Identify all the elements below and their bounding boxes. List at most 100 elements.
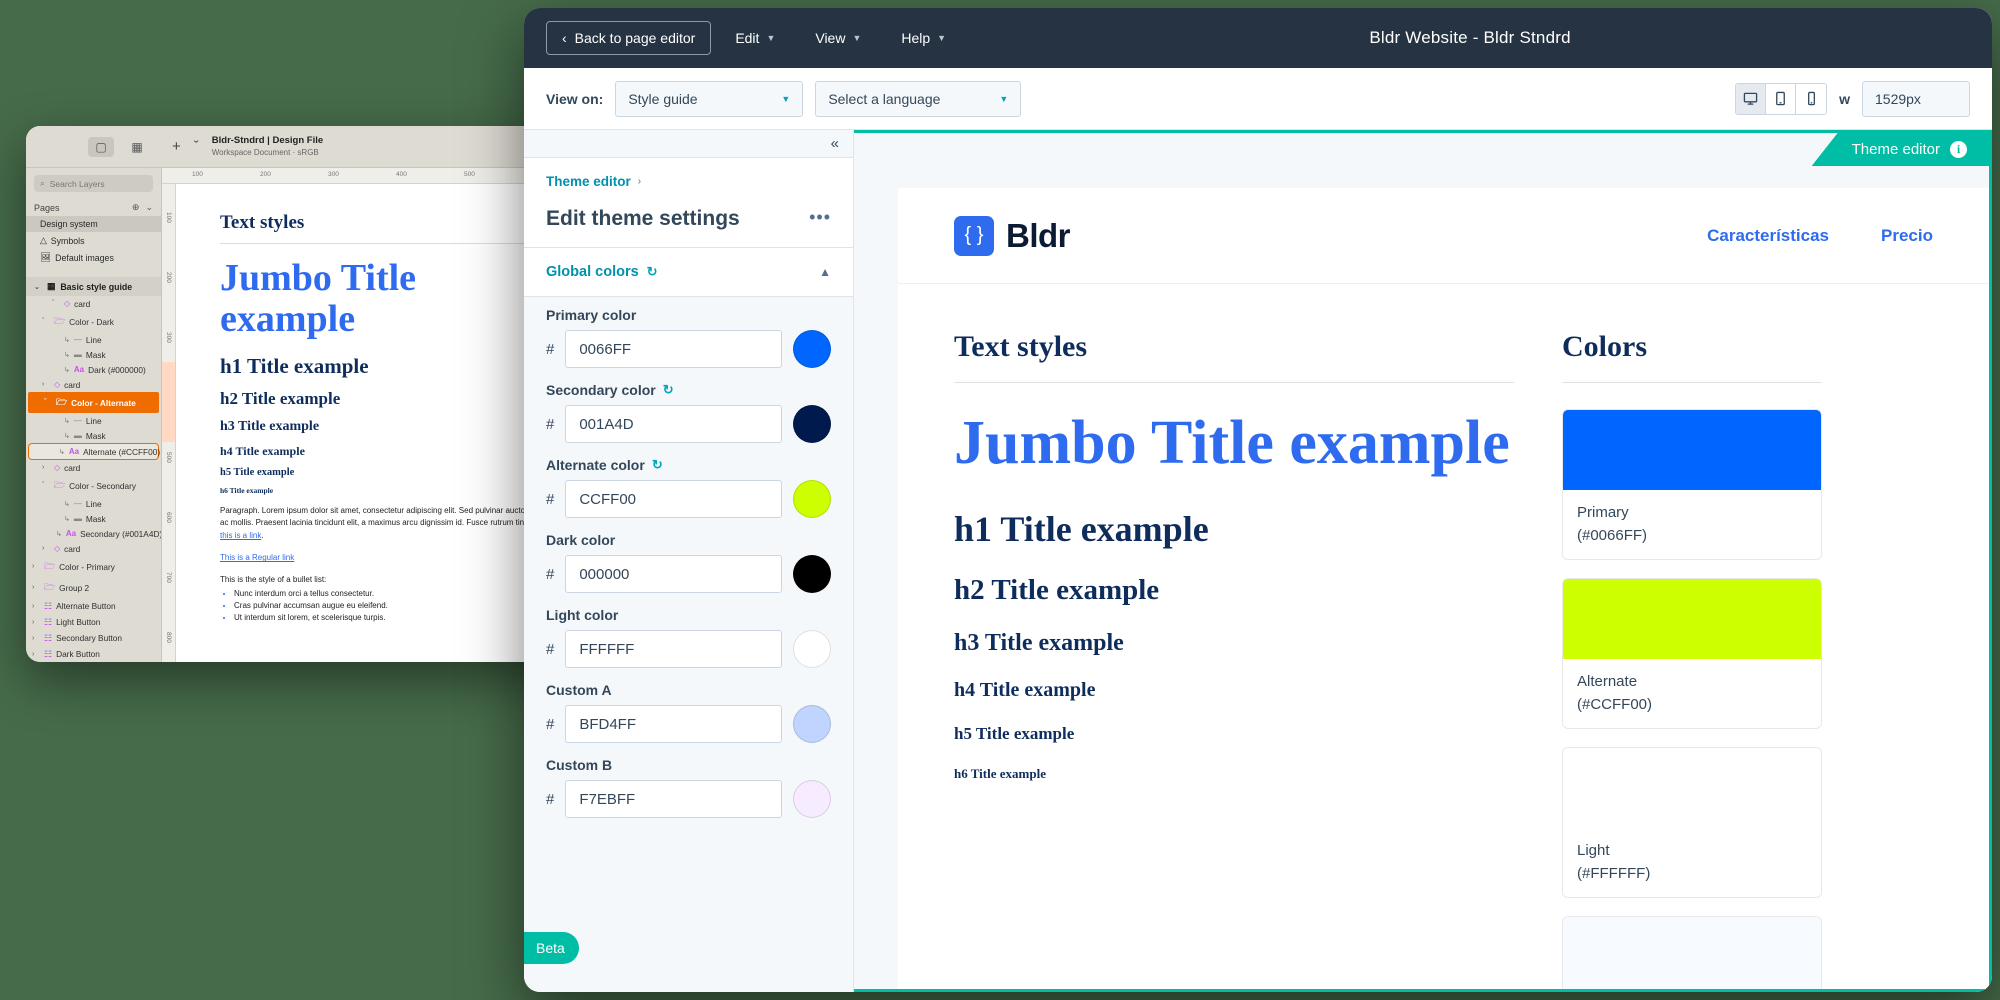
layer-chevron-icon[interactable]: › (32, 651, 40, 658)
hex-input[interactable]: CCFF00 (565, 480, 782, 518)
layer-chevron-icon[interactable]: › (32, 563, 40, 570)
layer-chevron-icon[interactable]: ˇ (42, 318, 50, 325)
layer-row[interactable]: ↳ — Line (26, 413, 161, 428)
grid-view-icon[interactable]: ▦ (124, 137, 150, 157)
layer-row[interactable]: ˇ 🗁 Color - Alternate (28, 392, 159, 413)
layer-chevron-icon[interactable]: › (42, 464, 50, 471)
color-field-custom-a: Custom A # BFD4FF (546, 682, 831, 743)
cms-subbar: View on: Style guide ▼ Select a language… (524, 68, 1992, 130)
menu-edit[interactable]: Edit ▼ (719, 21, 791, 55)
layer-tree-root[interactable]: ⌄ ▦ Basic style guide (26, 277, 161, 296)
breadcrumb[interactable]: Theme editor › (524, 158, 853, 189)
global-colors-section-header[interactable]: Global colors ↻ ▲ (524, 247, 853, 297)
add-page-icon[interactable]: ⊕ (132, 202, 140, 213)
layer-type-icon: 🗁 (54, 479, 66, 490)
layer-row[interactable]: ˇ 🗁 Color - Dark (26, 311, 161, 332)
color-swatch-preview[interactable] (793, 705, 831, 743)
layer-row[interactable]: › ◇ card (26, 377, 161, 392)
view-on-select[interactable]: Style guide ▼ (615, 80, 804, 117)
sync-icon[interactable]: ↻ (647, 264, 658, 280)
artboard-bullet-list: Nunc interdum orci a tellus consectetur.… (220, 588, 550, 624)
layer-chevron-icon[interactable]: › (42, 545, 50, 552)
layer-chevron-icon[interactable]: › (32, 619, 40, 626)
search-layers-input[interactable]: ⌕ Search Layers (34, 175, 153, 192)
layer-chevron-icon[interactable]: ˇ (42, 482, 50, 489)
chevron-down-icon[interactable]: ⌄ (145, 202, 153, 213)
canvas-view-icon[interactable]: ▢ (88, 136, 114, 157)
layer-row[interactable]: ↳ — Line (26, 332, 161, 347)
hex-input[interactable]: 0066FF (565, 330, 782, 368)
pages-header: Pages ⊕ ⌄ (26, 199, 161, 216)
layer-chevron-icon[interactable]: ˇ (52, 300, 60, 307)
paragraph-inline-link[interactable]: this is a link (220, 531, 261, 540)
layer-row[interactable]: ˇ 🗁 Color - Secondary (26, 475, 161, 496)
artboard-text-styles-heading: Text styles (220, 212, 305, 233)
layer-row[interactable]: › 🗁 Color - Primary (26, 556, 161, 577)
layer-row[interactable]: › 🗁 Group 2 (26, 577, 161, 598)
artboard-regular-link[interactable]: This is a Regular link (220, 553, 294, 562)
layer-chevron-icon[interactable]: ˇ (44, 399, 52, 406)
sync-icon[interactable]: ↻ (652, 457, 663, 473)
layer-chevron-icon[interactable]: › (32, 635, 40, 642)
chevron-down-icon[interactable]: ˇ (194, 138, 200, 155)
layer-row[interactable]: ↳ Aa Alternate (#CCFF00) (28, 443, 160, 460)
view-on-value: Style guide (628, 90, 698, 107)
layer-row[interactable]: › ◇ card (26, 541, 161, 556)
more-options-icon[interactable]: ••• (809, 207, 831, 226)
hex-input[interactable]: BFD4FF (565, 705, 782, 743)
image-icon: 🖼 (40, 252, 52, 262)
artboard-h2: h2 Title example (220, 389, 341, 409)
layer-row[interactable]: ˇ ◇ card (26, 296, 161, 311)
back-to-page-editor-button[interactable]: ‹ Back to page editor (546, 21, 712, 55)
hex-input[interactable]: F7EBFF (565, 780, 782, 818)
page-item-design-system[interactable]: Design system (26, 216, 161, 232)
layer-row[interactable]: › ☷ Alternate Button (26, 598, 161, 614)
artboard-h3: h3 Title example (220, 419, 320, 435)
layer-row[interactable]: ↳ ▬ Mask (26, 347, 161, 362)
artboard-icon: ▦ (47, 281, 56, 291)
hex-input[interactable]: 000000 (565, 555, 782, 593)
page-item-symbols[interactable]: △ Symbols (26, 232, 161, 249)
layer-chevron-icon[interactable]: › (42, 381, 50, 388)
color-swatch-preview[interactable] (793, 480, 831, 518)
hex-input[interactable]: FFFFFF (565, 630, 782, 668)
sync-icon[interactable]: ↻ (663, 382, 674, 398)
color-swatch-preview[interactable] (793, 330, 831, 368)
nested-arrow-icon: ↳ (64, 351, 70, 359)
page-item-default-images[interactable]: 🖼 Default images (26, 249, 161, 266)
layer-row[interactable]: ↳ ▬ Mask (26, 428, 161, 443)
color-swatch-preview[interactable] (793, 405, 831, 443)
mobile-icon[interactable] (1796, 83, 1827, 114)
layer-label: Secondary Button (56, 633, 123, 643)
layer-row[interactable]: ↳ — Line (26, 496, 161, 511)
menu-help[interactable]: Help ▼ (885, 21, 962, 55)
info-icon[interactable]: i (1950, 141, 1967, 158)
nav-link-caracteristicas[interactable]: Características (1707, 226, 1829, 246)
layer-row[interactable]: › ☷ Dark Button (26, 646, 161, 662)
artboard-h4: h4 Title example (220, 444, 305, 459)
layer-chevron-icon[interactable]: › (32, 603, 40, 610)
layer-row[interactable]: ↳ ▬ Mask (26, 511, 161, 526)
width-input[interactable]: 1529px (1862, 80, 1970, 117)
layer-chevron-icon[interactable]: › (32, 584, 40, 591)
collapse-panel-button[interactable]: « (524, 130, 853, 158)
layer-row[interactable]: › ☷ Secondary Button (26, 630, 161, 646)
menu-view[interactable]: View ▼ (799, 21, 877, 55)
color-swatch-preview[interactable] (793, 555, 831, 593)
hex-input[interactable]: 001A4D (565, 405, 782, 443)
add-icon[interactable]: + (172, 138, 182, 155)
layer-row[interactable]: › ◇ card (26, 460, 161, 475)
nav-link-precio[interactable]: Precio (1881, 226, 1933, 246)
layer-label: Mask (85, 349, 106, 360)
layer-label: Color - Alternate (71, 397, 136, 408)
site-logo[interactable]: { } Bldr (954, 215, 1071, 256)
layer-row[interactable]: › ☷ Light Button (26, 614, 161, 630)
desktop-icon[interactable] (1736, 83, 1767, 114)
color-swatch-preview[interactable] (793, 780, 831, 818)
color-swatch-preview[interactable] (793, 630, 831, 668)
language-select[interactable]: Select a language ▼ (815, 80, 1022, 117)
layer-type-icon: ▬ (73, 431, 82, 440)
tablet-icon[interactable] (1766, 83, 1797, 114)
layer-row[interactable]: ↳ Aa Dark (#000000) (26, 362, 161, 377)
layer-row[interactable]: ↳ Aa Secondary (#001A4D) (26, 526, 161, 541)
